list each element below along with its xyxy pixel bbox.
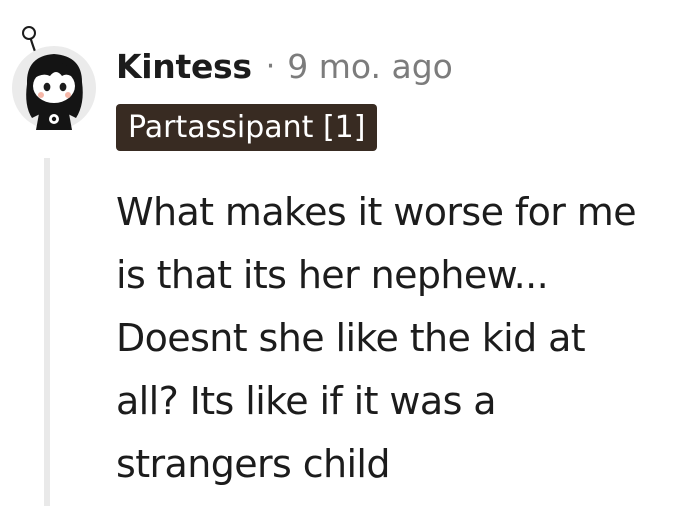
comment-text-line: Doesnt she like the kid at (116, 316, 586, 360)
comment-text-line: is that its her nephew... (116, 253, 549, 297)
meta-separator: · (265, 48, 276, 84)
user-flair-badge: Partassipant [1] (116, 104, 378, 151)
comment-timestamp[interactable]: 9 mo. ago (287, 47, 453, 86)
comment-text-line: all? Its like if it was a (116, 379, 497, 423)
comment-body: What makes it worse for me is that its h… (116, 181, 682, 496)
comment-text-line: strangers child (116, 442, 391, 486)
comment-text-line: What makes it worse for me (116, 190, 637, 234)
thread-collapse-line[interactable] (44, 158, 50, 506)
snoo-avatar-icon (12, 26, 96, 130)
comment-header: Kintess · 9 mo. ago (116, 44, 453, 88)
author-username[interactable]: Kintess (116, 47, 252, 86)
user-avatar[interactable] (10, 22, 98, 132)
